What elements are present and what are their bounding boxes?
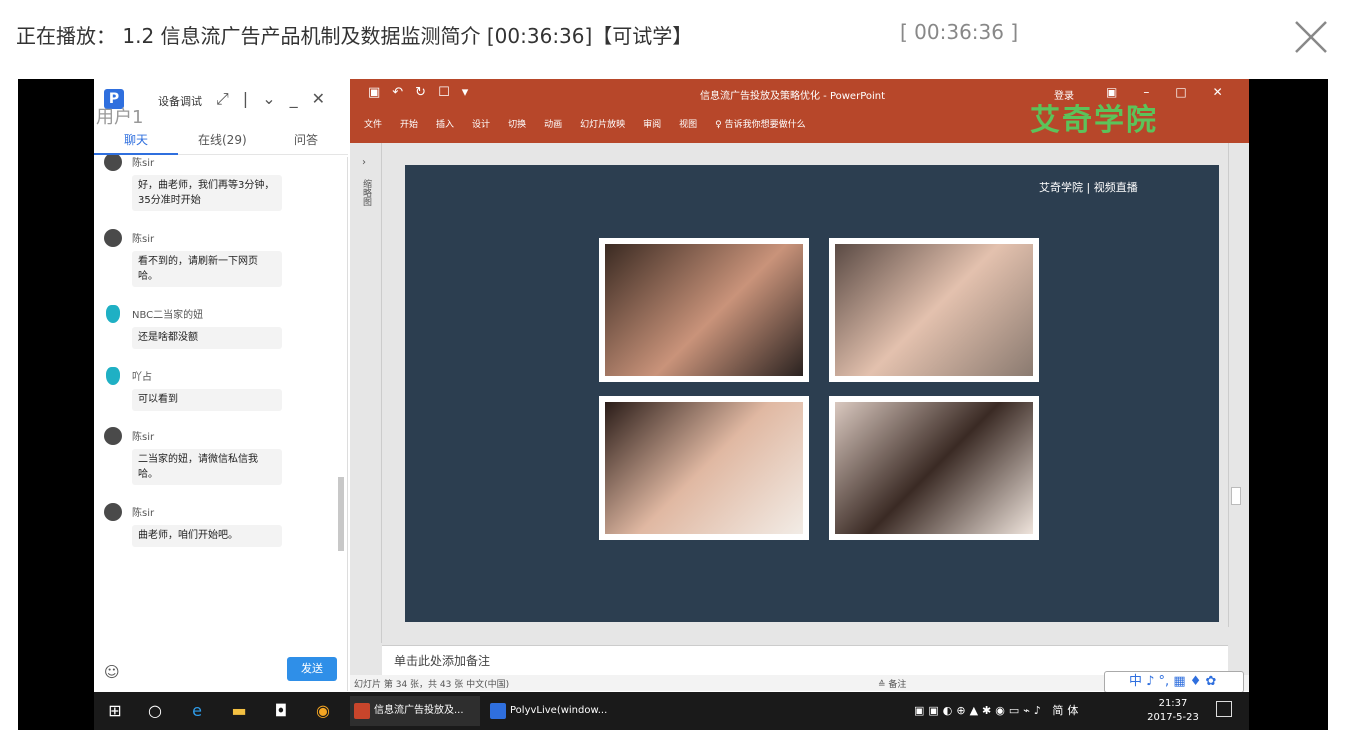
slide-counter: 幻灯片 第 34 张，共 43 张 中文(中国) — [354, 680, 510, 690]
menu-animations[interactable]: 动画 — [544, 120, 562, 130]
sender-name: 陈sir — [132, 508, 155, 519]
menu-transitions[interactable]: 切换 — [508, 120, 526, 130]
window-controls[interactable]: ⤢|⌄_✕ — [216, 89, 339, 109]
sender-name: 吖占 — [132, 372, 152, 383]
message-bubble: 可以看到 — [132, 389, 282, 411]
duration-label: [ 00:36:36 ] — [900, 20, 1019, 44]
slide-photo[interactable] — [599, 238, 809, 382]
tab-chat[interactable]: 聊天 — [124, 131, 148, 148]
slide-photo[interactable] — [829, 238, 1039, 382]
ime-toolbar[interactable]: 中 ♪ °, ▦ ♦ ✿ — [1104, 671, 1244, 693]
slide-brand-logo: 艾奇学院 | 视频直播 — [1039, 181, 1138, 194]
sender-name: 陈sir — [132, 234, 155, 245]
chevron-right-icon[interactable]: › — [362, 157, 366, 168]
taskbar-item-label: 信息流广告投放及... — [374, 705, 464, 716]
taskbar-clock[interactable]: 21:37 2017-5-23 — [1146, 697, 1200, 725]
menu-file[interactable]: 文件 — [364, 120, 382, 130]
avatar — [104, 503, 122, 521]
tab-online[interactable]: 在线(29) — [198, 131, 247, 148]
slide-canvas[interactable]: 艾奇学院 | 视频直播 — [405, 165, 1219, 622]
player-header: 正在播放： 1.2 信息流广告产品机制及数据监测简介 [00:36:36]【可试… — [0, 0, 1346, 78]
watermark-logo: 艾奇学院 — [1030, 103, 1158, 138]
document-title: 信息流广告投放及策略优化 - PowerPoint — [700, 91, 886, 102]
avatar — [104, 427, 122, 445]
video-player[interactable]: P 用户1 设备调试 ⤢|⌄_✕ 聊天 在线(29) 问答 陈sir 好，曲老师… — [18, 79, 1328, 730]
taskbar-item-label: PolyvLive(window... — [510, 705, 608, 716]
shared-screen: P 用户1 设备调试 ⤢|⌄_✕ 聊天 在线(29) 问答 陈sir 好，曲老师… — [94, 79, 1249, 730]
tab-qa[interactable]: 问答 — [294, 131, 318, 148]
message-bubble: 看不到的，请刷新一下网页哈。 — [132, 251, 282, 287]
menu-home[interactable]: 开始 — [400, 120, 418, 130]
powerpoint-icon — [354, 703, 370, 719]
quick-access-toolbar[interactable]: ▣↶↻☐▾ — [368, 85, 480, 100]
search-icon[interactable]: ○ — [146, 702, 164, 720]
windows-start-icon[interactable]: ⊞ — [106, 702, 124, 720]
taskbar-item-polyv[interactable]: PolyvLive(window... — [486, 696, 616, 726]
message-bubble: 好，曲老师，我们再等3分钟，35分准时开始 — [132, 175, 282, 211]
notification-icon[interactable] — [1216, 701, 1232, 717]
clock-time: 21:37 — [1158, 698, 1188, 709]
ribbon-menu: 文件 开始 插入 设计 切换 动画 幻灯片放映 审阅 视图 ♀ 告诉我你想要做什么 — [364, 117, 824, 130]
thumbnail-label: 缩略图 — [361, 179, 371, 206]
polyv-icon — [490, 703, 506, 719]
powerpoint-window: ▣↶↻☐▾ 信息流广告投放及策略优化 - PowerPoint 登录 ▣–□✕ … — [350, 79, 1249, 693]
sender-name: 陈sir — [132, 432, 155, 443]
menu-slideshow[interactable]: 幻灯片放映 — [580, 120, 625, 130]
avatar — [106, 367, 120, 385]
notes-toggle[interactable]: ≙ 备注 — [878, 677, 906, 690]
ime-indicator[interactable]: 简体 — [1052, 704, 1082, 717]
system-tray[interactable]: ▣▣◐⊕▲✱◉▭⌁♪ 简体 — [914, 702, 1082, 718]
close-icon[interactable] — [1292, 18, 1330, 56]
device-test-button[interactable]: 设备调试 — [158, 93, 202, 109]
clock-date: 2017-5-23 — [1147, 712, 1199, 723]
sender-name: 陈sir — [132, 158, 155, 169]
store-icon[interactable]: ◘ — [272, 702, 290, 720]
windows-taskbar: ⊞ ○ e ▬ ◘ ◉ 信息流广告投放及... PolyvLive(window… — [94, 692, 1249, 730]
menu-design[interactable]: 设计 — [472, 120, 490, 130]
chat-tabs: 聊天 在线(29) 问答 — [94, 127, 348, 155]
avatar — [104, 229, 122, 247]
menu-review[interactable]: 审阅 — [643, 120, 661, 130]
send-button[interactable]: 发送 — [287, 657, 337, 681]
chrome-icon[interactable]: ◉ — [314, 702, 332, 720]
edge-browser-icon[interactable]: e — [188, 702, 206, 720]
now-playing-title: 正在播放： 1.2 信息流广告产品机制及数据监测简介 [00:36:36]【可试… — [16, 24, 693, 48]
chat-topbar: P 用户1 设备调试 ⤢|⌄_✕ 聊天 在线(29) 问答 — [94, 79, 348, 157]
emoji-icon[interactable]: ☺ — [104, 663, 120, 681]
message-bubble: 曲老师，咱们开始吧。 — [132, 525, 282, 547]
ppt-titlebar: ▣↶↻☐▾ 信息流广告投放及策略优化 - PowerPoint 登录 ▣–□✕ … — [350, 79, 1249, 143]
user-label: 用户1 — [96, 107, 144, 128]
chat-scrollbar[interactable] — [336, 159, 346, 559]
slide-photo[interactable] — [599, 396, 809, 540]
avatar — [104, 155, 122, 171]
notes-pane[interactable]: 单击此处添加备注 — [382, 645, 1228, 675]
scrollbar-thumb[interactable] — [338, 477, 344, 551]
tell-me-search[interactable]: ♀ 告诉我你想要做什么 — [715, 120, 805, 130]
slide-photo[interactable] — [829, 396, 1039, 540]
message-bubble: 还是啥都没额 — [132, 327, 282, 349]
scrollbar-thumb[interactable] — [1231, 487, 1241, 505]
file-explorer-icon[interactable]: ▬ — [230, 702, 248, 720]
message-list: 陈sir 好，曲老师，我们再等3分钟，35分准时开始 陈sir 看不到的，请刷新… — [94, 155, 338, 555]
sender-name: NBC二当家的妞 — [132, 310, 204, 321]
avatar — [106, 305, 120, 323]
menu-view[interactable]: 视图 — [679, 120, 697, 130]
thumbnail-pane-collapsed[interactable]: › 缩略图 — [350, 143, 382, 643]
taskbar-item-powerpoint[interactable]: 信息流广告投放及... — [350, 696, 480, 726]
slide-scrollbar[interactable] — [1228, 143, 1242, 627]
message-bubble: 二当家的妞，请微信私信我哈。 — [132, 449, 282, 485]
chat-panel: P 用户1 设备调试 ⤢|⌄_✕ 聊天 在线(29) 问答 陈sir 好，曲老师… — [94, 79, 348, 691]
menu-insert[interactable]: 插入 — [436, 120, 454, 130]
